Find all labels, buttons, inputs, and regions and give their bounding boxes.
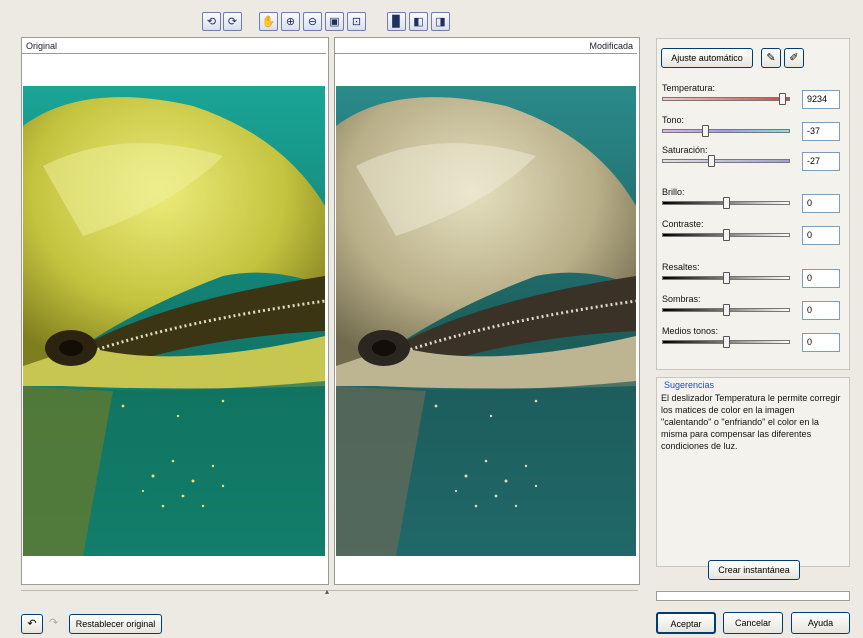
- splitter[interactable]: [21, 590, 638, 595]
- eyedropper-icon[interactable]: ✎: [761, 48, 781, 68]
- slider-label-tono: Tono:: [662, 115, 685, 125]
- auto-adjust-button[interactable]: Ajuste automático: [661, 48, 753, 68]
- slider-value-tono[interactable]: -37: [802, 122, 840, 141]
- slider-thumb-medios-tonos[interactable]: [723, 336, 730, 348]
- cancel-button[interactable]: Cancelar: [723, 612, 783, 634]
- slider-label-medios-tonos: Medios tonos:: [662, 326, 719, 336]
- slider-track-temperatura[interactable]: [662, 97, 790, 101]
- side-by-side-preview-icon[interactable]: ◨: [431, 12, 450, 31]
- modified-label: Modificada: [335, 38, 637, 54]
- slider-value-brillo[interactable]: 0: [802, 194, 840, 213]
- slider-track-tono[interactable]: [662, 129, 790, 133]
- original-image[interactable]: [23, 86, 325, 556]
- modified-image[interactable]: [336, 86, 636, 556]
- slider-label-brillo: Brillo:: [662, 187, 685, 197]
- splitter-grip-icon[interactable]: ▴: [325, 587, 329, 596]
- slider-value-contraste[interactable]: 0: [802, 226, 840, 245]
- slider-thumb-brillo[interactable]: [723, 197, 730, 209]
- slider-label-temperatura: Temperatura:: [662, 83, 716, 93]
- rotate-right-icon[interactable]: ⟳: [223, 12, 242, 31]
- slider-value-saturación[interactable]: -27: [802, 152, 840, 171]
- slider-label-saturación: Saturación:: [662, 145, 708, 155]
- snapshot-strip[interactable]: [656, 591, 850, 601]
- ok-button[interactable]: Aceptar: [656, 612, 716, 634]
- slider-thumb-saturación[interactable]: [708, 155, 715, 167]
- split-preview-icon[interactable]: ◧: [409, 12, 428, 31]
- slider-thumb-sombras[interactable]: [723, 304, 730, 316]
- reset-original-button[interactable]: Restablecer original: [69, 614, 162, 634]
- original-label: Original: [22, 38, 326, 54]
- single-preview-icon[interactable]: ▉: [387, 12, 406, 31]
- hints-text: El deslizador Temperatura le permite cor…: [661, 393, 841, 451]
- slider-label-resaltes: Resaltes:: [662, 262, 700, 272]
- slider-value-resaltes[interactable]: 0: [802, 269, 840, 288]
- hand-pan-icon[interactable]: ✋: [259, 12, 278, 31]
- slider-value-temperatura[interactable]: 9234: [802, 90, 840, 109]
- undo-icon[interactable]: ↶: [21, 614, 43, 634]
- slider-value-medios-tonos[interactable]: 0: [802, 333, 840, 352]
- slider-thumb-temperatura[interactable]: [779, 93, 786, 105]
- hints-title: Sugerencias: [664, 380, 715, 390]
- zoom-actual-icon[interactable]: ⊡: [347, 12, 366, 31]
- zoom-out-icon[interactable]: ⊖: [303, 12, 322, 31]
- redo-icon[interactable]: ↷: [49, 616, 58, 629]
- create-snapshot-button[interactable]: Crear instantánea: [708, 560, 800, 580]
- slider-label-sombras: Sombras:: [662, 294, 701, 304]
- slider-thumb-resaltes[interactable]: [723, 272, 730, 284]
- slider-thumb-tono[interactable]: [702, 125, 709, 137]
- slider-track-saturación[interactable]: [662, 159, 790, 163]
- rotate-left-icon[interactable]: ⟲: [202, 12, 221, 31]
- slider-value-sombras[interactable]: 0: [802, 301, 840, 320]
- slider-thumb-contraste[interactable]: [723, 229, 730, 241]
- zoom-fit-icon[interactable]: ▣: [325, 12, 344, 31]
- slider-label-contraste: Contraste:: [662, 219, 704, 229]
- eyedropper-select-icon[interactable]: ✐: [784, 48, 804, 68]
- help-button[interactable]: Ayuda: [791, 612, 850, 634]
- zoom-in-icon[interactable]: ⊕: [281, 12, 300, 31]
